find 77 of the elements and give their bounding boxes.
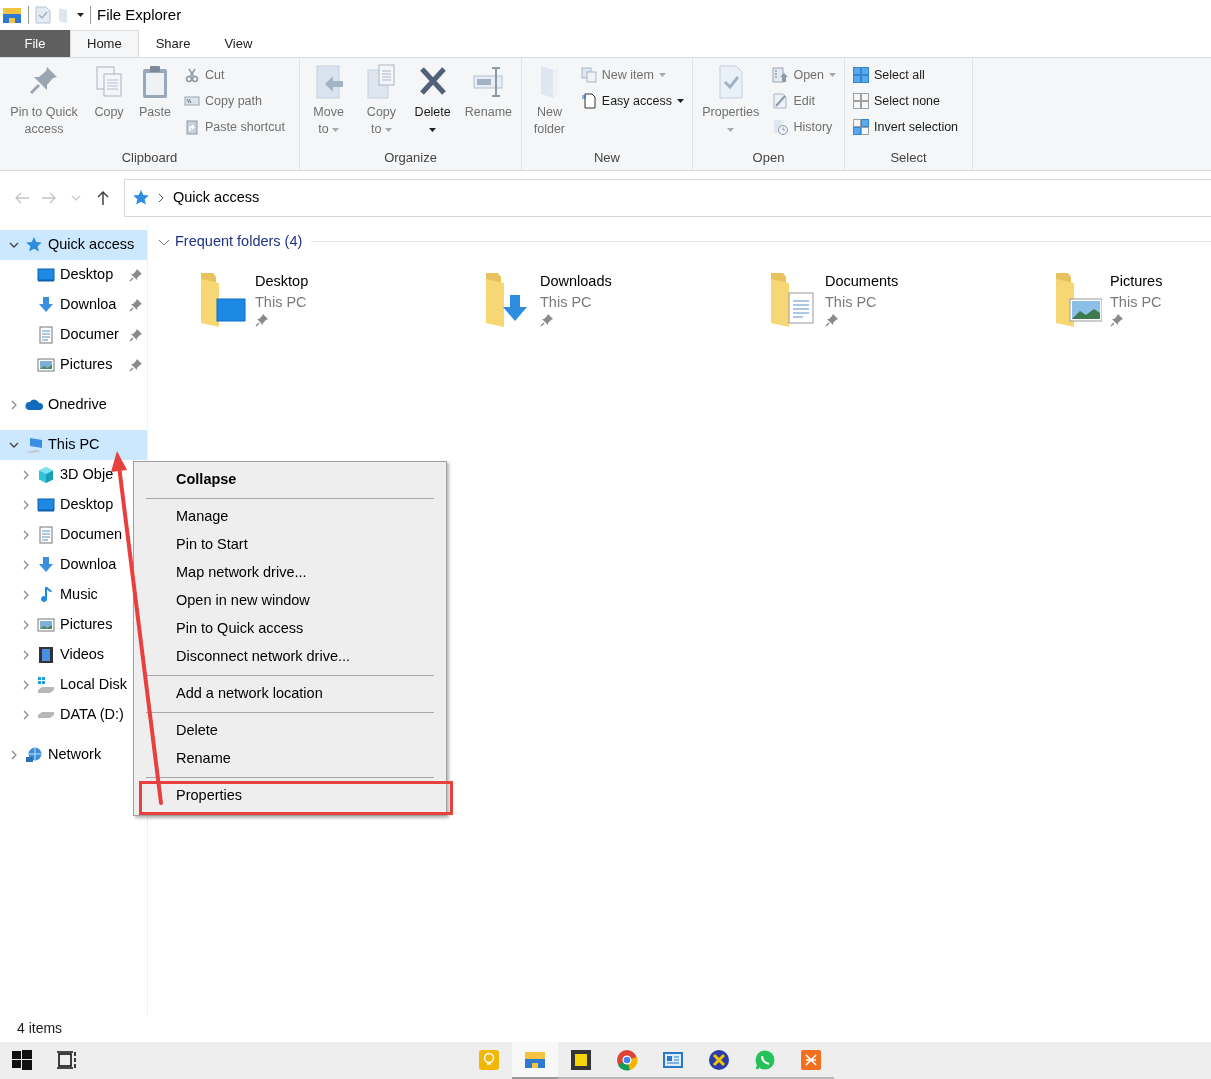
grid-icon <box>853 93 869 109</box>
folder-location: This PC <box>540 292 593 312</box>
list-page-icon <box>772 67 789 83</box>
film-icon <box>37 646 55 664</box>
x-circle-icon <box>708 1048 730 1071</box>
window-title: File Explorer <box>97 4 182 25</box>
down-arrow-icon <box>37 296 55 314</box>
scissors-icon <box>184 67 200 83</box>
tree-item[interactable]: Documer <box>0 320 147 350</box>
clock-icon <box>772 119 789 135</box>
globe-icon <box>25 746 43 764</box>
folder-name[interactable]: Pictures <box>1110 270 1163 292</box>
pencil-page-icon <box>772 93 789 109</box>
tree-item[interactable]: Quick access <box>0 230 147 260</box>
picture-icon <box>37 616 55 634</box>
cube-icon <box>37 466 55 484</box>
document-icon <box>37 526 55 544</box>
tree-item[interactable]: Pictures <box>0 350 147 380</box>
folder-name[interactable]: Documents <box>825 270 899 292</box>
ribbon-tab[interactable]: File <box>0 30 70 57</box>
shortcut-icon <box>184 119 200 135</box>
grid-icon <box>853 119 869 135</box>
menu-item[interactable]: Properties <box>134 782 446 810</box>
ribbon-button[interactable]: Select all <box>849 62 963 88</box>
chat-icon <box>754 1048 776 1071</box>
grid-icon <box>853 67 869 83</box>
folder-name[interactable]: Downloads <box>540 270 612 292</box>
forward-arrow-icon <box>40 190 57 206</box>
down-arrow-icon <box>37 556 55 574</box>
ribbon-button[interactable]: Invert selection <box>849 114 963 140</box>
disk-drive-icon <box>37 676 55 694</box>
back-arrow-icon <box>13 190 30 206</box>
picture-icon <box>37 356 55 374</box>
ribbon-button[interactable]: Easy access <box>576 88 688 114</box>
ribbon-tab[interactable]: View <box>207 30 270 57</box>
monitor-icon <box>37 496 55 514</box>
tree-item[interactable]: Downloa <box>0 290 147 320</box>
copy-icon <box>365 64 398 100</box>
ribbon-tab[interactable]: Home <box>70 30 139 57</box>
star-icon <box>131 189 149 207</box>
folder-location: This PC <box>825 292 878 312</box>
chevron-right-icon <box>157 193 165 203</box>
documents-icon <box>580 67 597 83</box>
browser-icon <box>616 1048 638 1071</box>
checkmark-page-icon <box>35 6 51 24</box>
folder-name[interactable]: Desktop <box>255 270 309 292</box>
task-view-icon <box>56 1049 78 1070</box>
breadcrumb[interactable]: Quick access <box>173 187 260 209</box>
group-label: Select <box>889 149 928 167</box>
group-label: Organize <box>383 149 438 167</box>
star-icon <box>25 236 43 254</box>
section-header[interactable]: Frequent folders (4) <box>175 231 303 253</box>
ribbon-button[interactable]: Delete <box>409 62 456 140</box>
address-bar[interactable]: Quick access <box>124 179 1211 217</box>
group-label: Open <box>751 149 786 167</box>
tree-item[interactable]: This PC <box>0 430 147 460</box>
status-text: 4 items <box>17 1019 63 1038</box>
folder-location: This PC <box>255 292 308 312</box>
path-icon <box>184 93 200 109</box>
copy-icon <box>93 64 125 100</box>
group-label: New <box>593 149 621 167</box>
caret-icon <box>77 13 84 17</box>
document-icon <box>37 326 55 344</box>
drive-icon <box>37 711 55 719</box>
start-icon <box>12 1049 32 1070</box>
ribbon-button[interactable]: Select none <box>849 88 963 114</box>
page-icon <box>580 93 597 109</box>
ribbon-tab[interactable]: Share <box>138 30 208 57</box>
tree-item[interactable]: Desktop <box>0 260 147 290</box>
tree-item[interactable]: Onedrive <box>0 390 147 420</box>
folder-location: This PC <box>1110 292 1163 312</box>
text-cursor-icon <box>472 64 505 100</box>
lightbulb-icon <box>478 1048 500 1071</box>
note-icon <box>570 1048 592 1071</box>
app-icon <box>800 1048 822 1071</box>
group-label: Clipboard <box>120 149 179 167</box>
monitor-icon <box>37 266 55 284</box>
